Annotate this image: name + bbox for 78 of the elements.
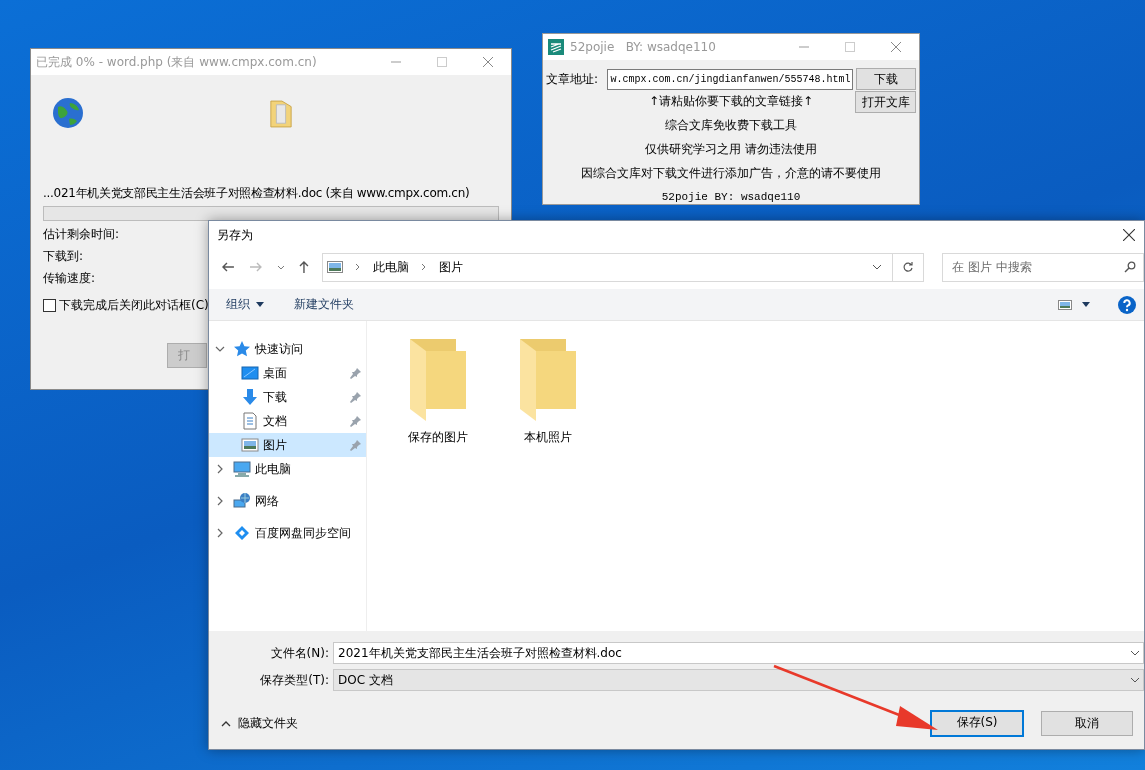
chevron-down-icon[interactable] (1130, 650, 1140, 656)
pin-icon[interactable] (350, 415, 362, 427)
nav-tree-item[interactable]: 百度网盘同步空间 (209, 521, 366, 545)
picture-icon (326, 261, 343, 273)
address-label: 文章地址: (546, 70, 600, 88)
file-name-label: 文件名(N): (269, 644, 330, 662)
field-label: 估计剩余时间: (43, 226, 120, 243)
pictures-icon (241, 436, 259, 454)
computer-icon (233, 460, 251, 478)
address-field[interactable]: w.cmpx.com.cn/jingdianfanwen/555748.html (606, 68, 853, 90)
up-arrow-icon[interactable] (296, 260, 311, 274)
breadcrumb-item[interactable]: 图片 (438, 258, 463, 276)
folder-icon (410, 339, 466, 421)
file-name-field[interactable]: 2021年机关党支部民主生活会班子对照检查材料.doc (333, 642, 1144, 664)
chevron-down-icon[interactable] (872, 264, 883, 270)
chevron-down-icon[interactable] (215, 344, 225, 354)
pin-icon[interactable] (350, 391, 362, 403)
download-icon (241, 388, 259, 406)
checkbox[interactable] (43, 299, 56, 312)
nav-tree-item[interactable]: 快速访问 (209, 337, 366, 361)
nav-tree-item[interactable]: 网络 (209, 489, 366, 513)
address-bar[interactable]: 此电脑 图片 (321, 252, 925, 282)
app-logo-icon (548, 39, 564, 55)
save-button[interactable]: 保存(S) (930, 710, 1024, 737)
nav-tree-item[interactable]: 下载 (209, 385, 366, 409)
document-icon (241, 412, 259, 430)
field-label: 下载到: (43, 248, 84, 265)
dialog-title: 另存为 (217, 226, 254, 244)
folder-item[interactable]: 本机照片 (503, 339, 593, 446)
info-text: 综合文库免收费下载工具 (664, 117, 798, 134)
checkbox-label: 下载完成后关闭此对话框(C) (59, 297, 209, 314)
folder-item[interactable]: 保存的图片 (393, 339, 483, 446)
chevron-right-icon[interactable] (215, 528, 225, 538)
nav-tree-item[interactable]: 桌面 (209, 361, 366, 385)
search-icon (1124, 260, 1137, 273)
breadcrumb-item[interactable]: 此电脑 (372, 258, 409, 276)
file-type-dropdown[interactable]: DOC 文档 (333, 669, 1144, 691)
info-text: 因综合文库对下载文件进行添加广告，介意的请不要使用 (580, 165, 882, 182)
pin-icon[interactable] (350, 367, 362, 379)
folder-icon (520, 339, 576, 421)
close-icon[interactable] (1123, 229, 1135, 241)
chevron-right-icon (354, 263, 361, 271)
hide-folders-toggle[interactable]: 隐藏文件夹 (238, 715, 298, 732)
download-button[interactable]: 下载 (855, 68, 916, 90)
chevron-down-icon[interactable] (276, 263, 285, 271)
chevron-down-icon[interactable] (1130, 677, 1140, 683)
caret-icon[interactable] (256, 302, 264, 307)
chevron-right-icon[interactable] (215, 464, 225, 474)
nav-tree-item[interactable]: 此电脑 (209, 457, 366, 481)
view-icon[interactable] (1058, 299, 1072, 310)
new-folder-button[interactable]: 新建文件夹 (294, 296, 354, 313)
file-name: ...021年机关党支部民主生活会班子对照检查材料.doc (来自 www.cmpx.com.cn) (43, 185, 471, 202)
caret-icon[interactable] (1082, 302, 1090, 307)
refresh-icon[interactable] (902, 261, 915, 273)
organize-menu[interactable]: 组织 (226, 296, 264, 313)
desktop-icon (241, 364, 259, 382)
field-label: 传输速度: (43, 270, 96, 287)
network-icon (233, 492, 251, 510)
nav-tree-item[interactable]: 文档 (209, 409, 366, 433)
info-text: 仅供研究学习之用 请勿违法使用 (644, 141, 818, 158)
back-icon[interactable] (221, 260, 235, 274)
help-icon[interactable] (1118, 295, 1136, 314)
globe-icon (52, 97, 84, 129)
cloud-icon (233, 524, 251, 542)
chevron-up-icon[interactable] (221, 720, 231, 727)
cancel-button[interactable]: 取消 (1041, 711, 1133, 736)
folder-icon (269, 99, 293, 129)
nav-tree-item[interactable]: 图片 (209, 433, 366, 457)
chevron-right-icon[interactable] (215, 496, 225, 506)
window-title: 已完成 0% - word.php (来自 www.cmpx.com.cn) (36, 53, 318, 71)
author-text: 52pojie BY: wsadqe110 (660, 190, 802, 205)
window-title: 52pojie BY: wsadqe110 (570, 40, 717, 54)
chevron-right-icon (420, 263, 427, 271)
search-field[interactable]: 在 图片 中搜索 (942, 252, 1145, 282)
file-type-label: 保存类型(T): (259, 671, 330, 689)
star-icon (233, 340, 251, 358)
hint-text: ↑请粘贴你要下载的文章链接↑ (648, 93, 814, 110)
open-library-button[interactable]: 打开文库 (855, 91, 916, 113)
